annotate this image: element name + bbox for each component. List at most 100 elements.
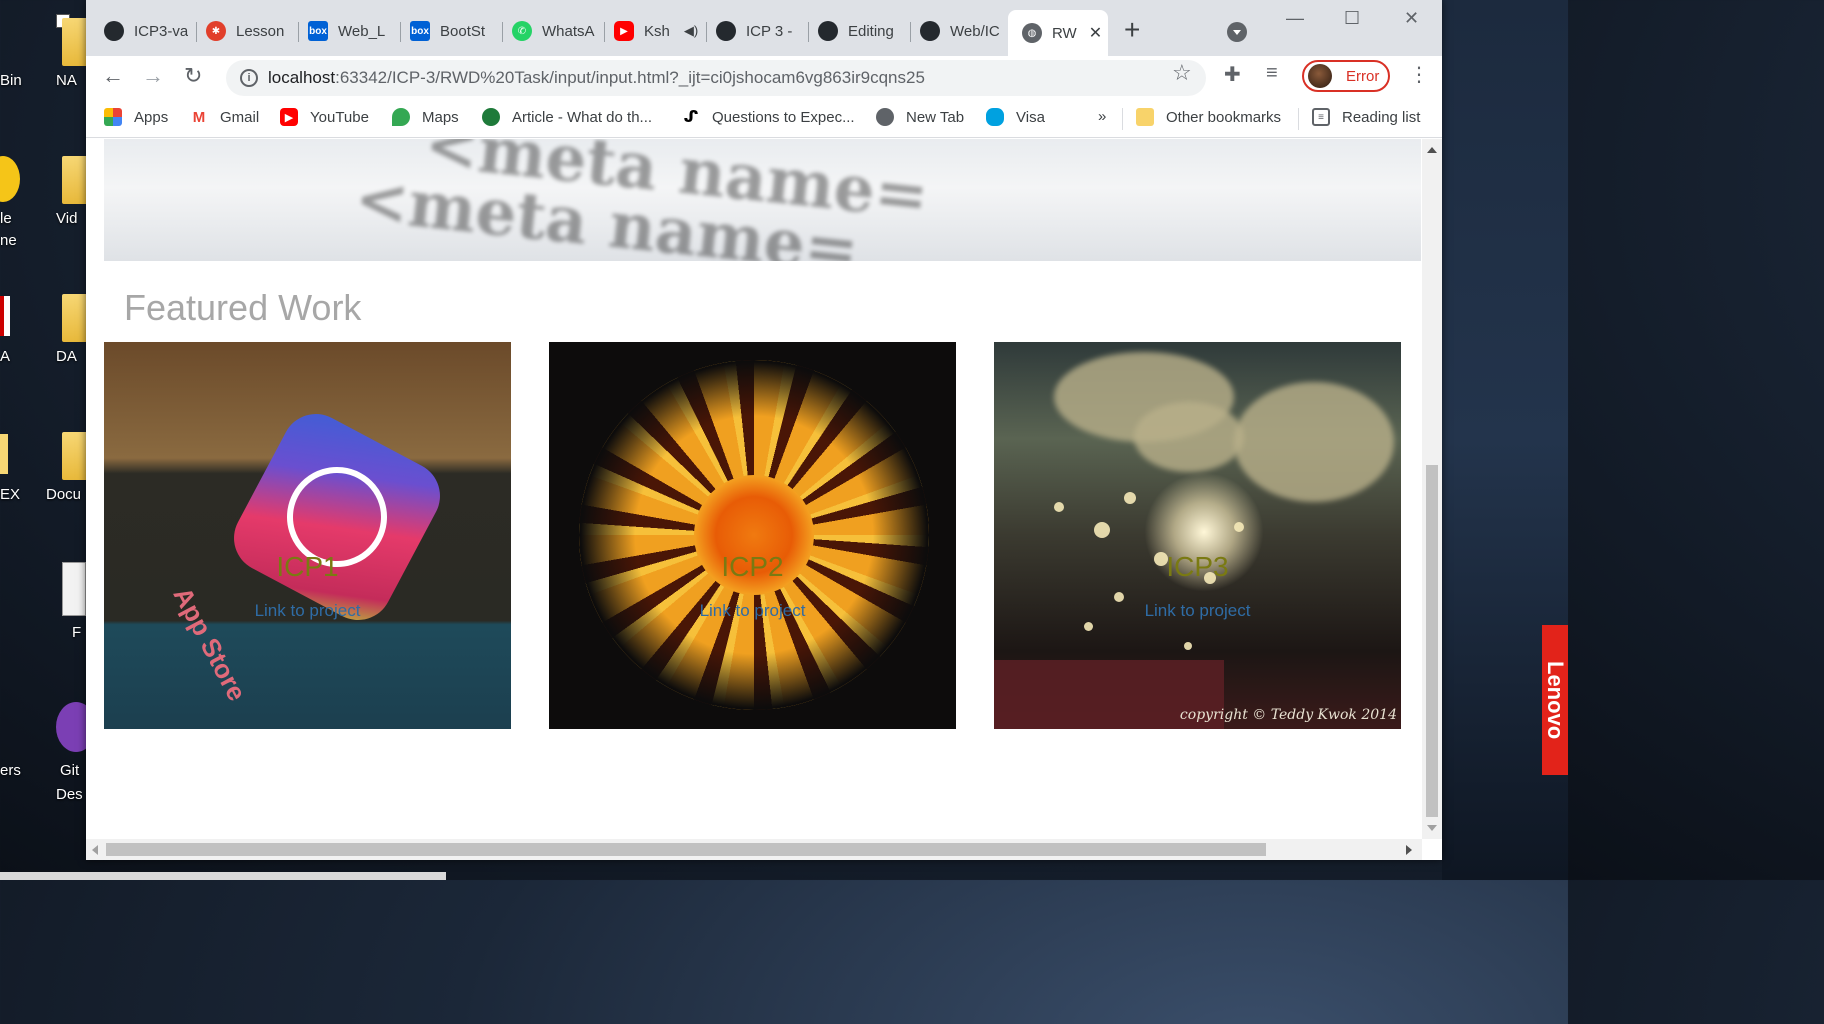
page-viewport: <meta name= <meta name= Featured Work Ap… [86,139,1422,839]
forward-button[interactable]: → [142,63,164,89]
bookmark-questions[interactable]: ᔑ Questions to Expec... [682,108,855,126]
tab-icp3-github[interactable]: ICP 3 - [702,14,802,48]
project-link[interactable]: Link to project [104,601,511,621]
bookmark-youtube[interactable]: ▶ YouTube [280,108,369,126]
questions-icon: ᔑ [682,108,700,126]
media-control-icon[interactable]: ≡ [1266,62,1278,85]
other-bookmarks[interactable]: Other bookmarks [1136,108,1281,126]
bookmarks-overflow-button[interactable]: » [1098,108,1106,125]
taskbar-edge [0,872,446,880]
reading-list[interactable]: ≡ Reading list [1312,108,1420,126]
vertical-scrollbar[interactable] [1422,139,1442,839]
project-image-app-store[interactable]: App Store [104,342,511,729]
bookmark-label: Other bookmarks [1166,108,1282,126]
github-icon [920,21,940,41]
tab-icp3-va[interactable]: ICP3-va [90,14,194,48]
close-window-button[interactable]: ✕ [1404,8,1419,29]
folder-icon [62,156,86,204]
scroll-up-arrow[interactable] [1427,147,1437,153]
folder-icon [1136,108,1154,126]
scroll-down-arrow[interactable] [1427,825,1437,831]
scroll-left-arrow[interactable] [92,845,98,855]
desktop-label: ers [0,762,21,779]
more-menu-icon[interactable]: ⋮ [1409,62,1429,87]
salesforce-icon [986,108,1004,126]
bookmark-label: Maps [422,108,459,126]
project-title: ICP1 [276,551,339,582]
project-image-flower[interactable] [549,342,956,729]
bookmark-label: Visa [1016,108,1045,126]
project-link[interactable]: Link to project [549,601,956,621]
project-link[interactable]: Link to project [994,601,1401,621]
bookmarks-bar: Apps M Gmail ▶ YouTube Maps Article - Wh… [86,98,1442,138]
tab-web-l[interactable]: box Web_L [294,14,394,48]
bookmark-visa[interactable]: Visa [986,108,1045,126]
bookmark-label: Apps [134,108,169,126]
desktop-icon-recycle-bin[interactable]: Bin NA [0,10,86,110]
tab-youtube-ksh[interactable]: ▶ Ksh ◀) [600,14,704,48]
bokeh-light [1124,492,1136,504]
close-tab-icon[interactable]: ✕ [1089,23,1102,43]
avatar [1308,64,1332,88]
scroll-right-arrow[interactable] [1406,845,1412,855]
project-image-bokeh[interactable]: copyright © Teddy Kwok 2014 [994,342,1401,729]
reload-button[interactable]: ↻ [184,63,202,89]
bookmark-apps[interactable]: Apps [104,108,168,126]
bokeh-light [1184,642,1192,650]
desktop-icon-da[interactable]: A DA [0,286,86,386]
profile-button[interactable]: Error [1302,60,1390,92]
url-text[interactable]: localhost:63342/ICP-3/RWD%20Task/input/i… [268,68,925,88]
tab-whatsapp[interactable]: ✆ WhatsA [498,14,598,48]
article-icon [482,108,500,126]
tab-search-button[interactable] [1227,22,1247,42]
cloud [1134,402,1244,472]
horizontal-scroll-thumb[interactable] [106,843,1266,856]
desktop-label: Bin [0,72,22,89]
canvas-icon: ✱ [206,21,226,41]
tab-web-ic[interactable]: Web/IC [906,14,1006,48]
speaker-icon[interactable]: ◀) [684,23,698,39]
bookmark-maps[interactable]: Maps [392,108,459,126]
bokeh-light [1084,622,1093,631]
bookmark-new-tab[interactable]: New Tab [876,108,964,126]
box-icon: box [410,21,430,41]
back-button[interactable]: ← [102,63,124,89]
whatsapp-icon: ✆ [512,21,532,41]
desktop-icon-videos[interactable]: le Vid ne [0,148,86,249]
desktop-label: Des [56,786,83,803]
horizontal-scrollbar[interactable] [86,839,1422,860]
bokeh-light [1234,522,1244,532]
tab-label: Editing [848,22,894,40]
folder-icon [62,432,86,480]
bookmark-article[interactable]: Article - What do th... [482,108,652,126]
tab-label: ICP3-va [134,22,189,40]
bookmark-star-icon[interactable]: ☆ [1172,60,1192,86]
app-store-icon [222,402,452,632]
bookmark-divider [1298,108,1299,130]
bookmark-label: Questions to Expec... [712,108,855,126]
tab-bootstrap[interactable]: box BootSt [396,14,496,48]
bookmark-label: Reading list [1342,108,1421,126]
tab-rwd-active[interactable]: ◍ RW ✕ [1008,10,1108,56]
desktop-icon-documents[interactable]: EX Docu [0,424,86,524]
desktop-label: le [0,210,12,227]
minimize-button[interactable]: — [1286,8,1304,29]
new-tab-button[interactable]: + [1124,16,1140,44]
maps-icon [392,108,410,126]
desktop-icon-file[interactable]: F [0,562,86,662]
desktop-icon-github-desktop[interactable]: ers Git Des [0,700,86,803]
project-title: ICP3 [1166,551,1229,582]
vertical-scroll-thumb[interactable] [1426,465,1438,817]
maximize-button[interactable]: ☐ [1344,8,1360,29]
tab-lesson[interactable]: ✱ Lesson [192,14,292,48]
globe-icon: ◍ [1022,23,1042,43]
github-desktop-icon [56,702,86,752]
extensions-icon[interactable]: ✚ [1224,62,1241,87]
bookmark-gmail[interactable]: M Gmail [190,108,259,126]
site-info-icon[interactable]: i [240,69,258,87]
overflow-chevron-icon: » [1098,108,1107,125]
address-bar[interactable]: i localhost:63342/ICP-3/RWD%20Task/input… [226,60,1206,96]
document-icon [62,562,86,616]
tab-editing[interactable]: Editing [804,14,904,48]
url-host: localhost [268,68,336,87]
